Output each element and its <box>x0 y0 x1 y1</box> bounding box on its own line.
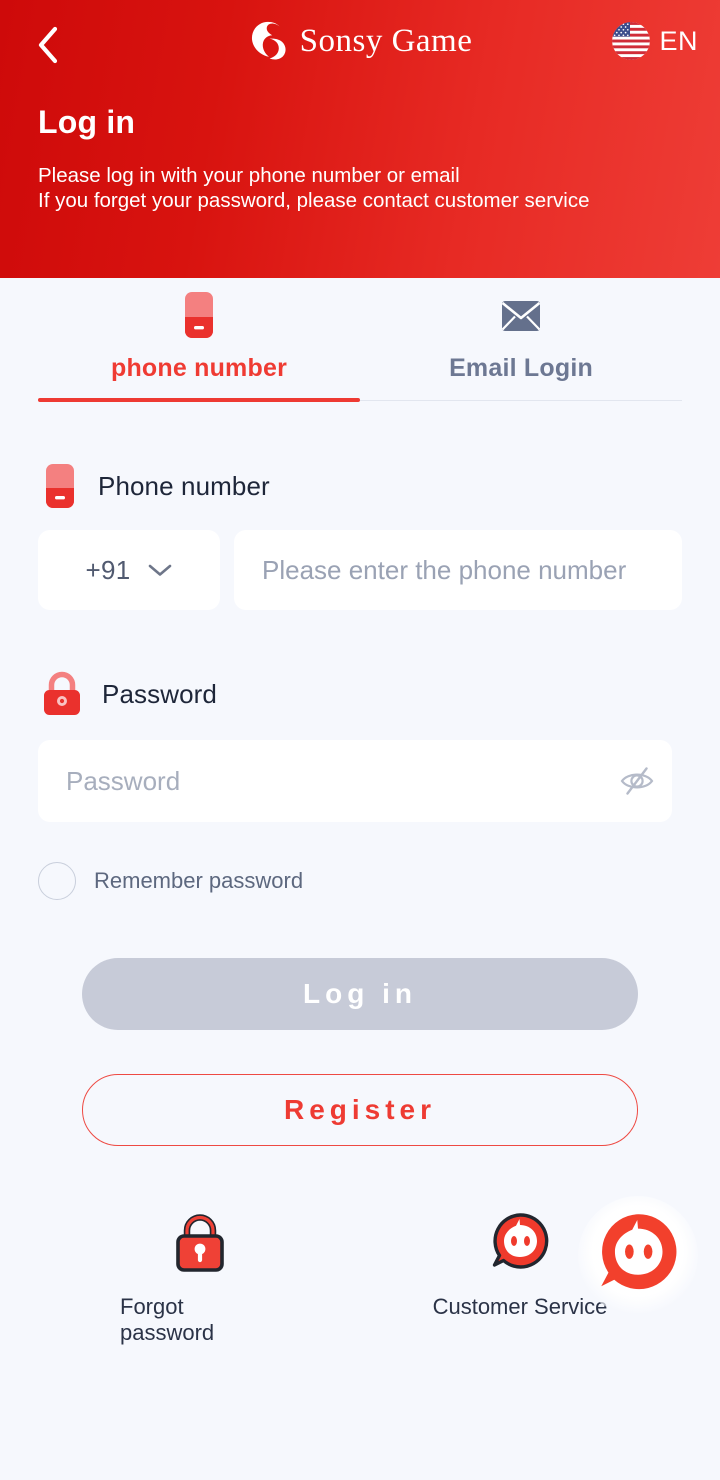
phone-number-input[interactable] <box>234 530 682 610</box>
us-flag-icon <box>612 22 651 60</box>
country-code-select[interactable]: +91 <box>38 530 220 610</box>
tab-email-login-label: Email Login <box>449 354 593 382</box>
login-method-tabs: phone number Email Login <box>38 286 682 402</box>
password-field-label: Password <box>40 670 217 718</box>
subtitle-line-1: Please log in with your phone number or … <box>38 164 460 187</box>
remember-password-checkbox[interactable] <box>38 862 76 900</box>
tab-email-login[interactable]: Email Login <box>360 286 682 402</box>
tab-phone-number-label: phone number <box>110 354 287 382</box>
login-button[interactable]: Log in <box>82 958 638 1030</box>
forgot-password-action[interactable]: Forgot password <box>120 1210 280 1346</box>
page-subtitle: Please log in with your phone number or … <box>38 163 589 213</box>
brand-name: Sonsy Game <box>299 22 473 59</box>
chevron-left-icon <box>38 26 58 64</box>
chevron-down-icon <box>148 564 171 576</box>
remember-password-row[interactable]: Remember password <box>38 862 303 900</box>
chat-face-icon <box>601 1214 677 1290</box>
forgot-password-label: Forgot password <box>120 1294 215 1345</box>
password-visibility-toggle[interactable] <box>602 740 672 822</box>
tab-phone-number[interactable]: phone number <box>38 286 360 402</box>
phone-field-label-text: Phone number <box>98 470 270 501</box>
language-label: EN <box>659 25 698 56</box>
password-input[interactable] <box>38 740 602 822</box>
phone-icon <box>177 290 221 342</box>
lock-icon <box>44 671 80 715</box>
sonsy-s-logo-icon <box>251 21 286 60</box>
customer-service-label: Customer Service <box>432 1294 608 1319</box>
floating-customer-service-button[interactable] <box>578 1196 698 1316</box>
login-screen: Sonsy Game EN Log in Please log in with … <box>0 0 720 1480</box>
envelope-icon <box>497 290 545 342</box>
language-selector[interactable]: EN <box>612 22 698 60</box>
header-banner: Sonsy Game EN Log in Please log in with … <box>0 0 720 278</box>
page-title: Log in <box>38 104 136 140</box>
subtitle-line-2: If you forget your password, please cont… <box>38 189 590 212</box>
top-nav-bar: Sonsy Game EN <box>0 0 720 92</box>
phone-input-row: +91 <box>38 530 682 610</box>
remember-password-label: Remember password <box>94 868 304 893</box>
phone-icon <box>46 464 74 508</box>
lock-keyhole-icon <box>176 1214 224 1272</box>
back-button[interactable] <box>20 18 74 72</box>
password-input-wrapper <box>38 740 672 822</box>
eye-off-icon <box>620 767 654 795</box>
tab-active-indicator <box>38 398 360 402</box>
chat-face-icon <box>492 1213 549 1269</box>
country-code-value: +91 <box>85 554 131 585</box>
password-field-label-text: Password <box>102 678 217 709</box>
register-button[interactable]: Register <box>82 1074 638 1146</box>
phone-field-label: Phone number <box>40 462 270 510</box>
